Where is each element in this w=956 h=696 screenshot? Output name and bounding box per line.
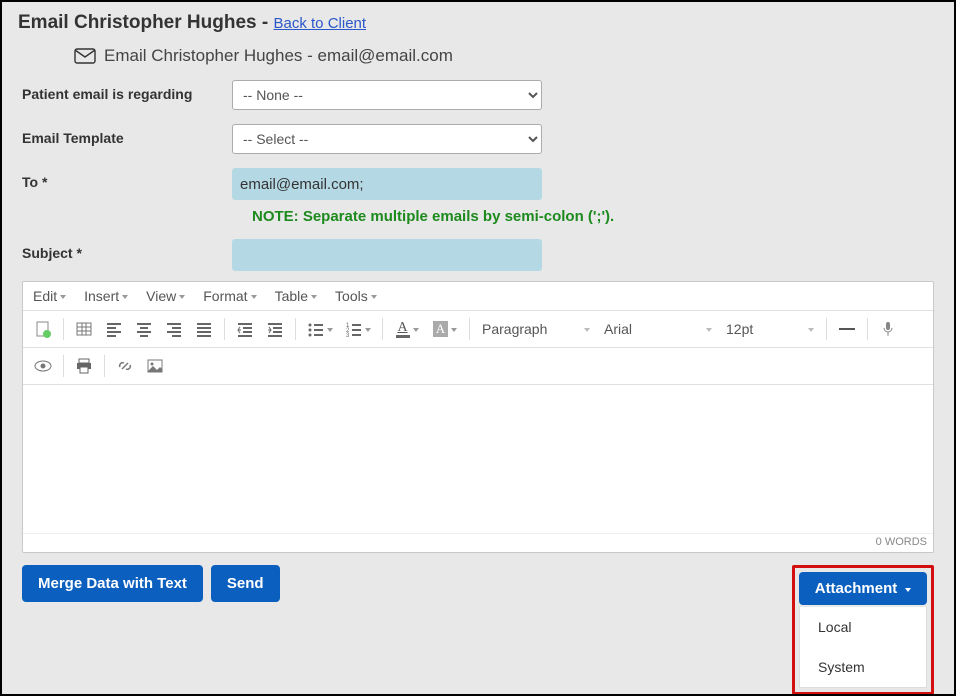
menu-table[interactable]: Table [275, 288, 317, 304]
align-center-icon[interactable] [130, 315, 158, 343]
note-text: NOTE: Separate multiple emails by semi-c… [252, 208, 614, 225]
menu-format[interactable]: Format [203, 288, 256, 304]
attachment-highlight: Attachment Local System [792, 565, 934, 695]
chevron-down-icon [60, 295, 66, 299]
menu-view[interactable]: View [146, 288, 185, 304]
page-header: Email Christopher Hughes - Back to Clien… [2, 2, 954, 40]
chevron-down-icon [905, 588, 911, 592]
subject-label: Subject * [22, 239, 232, 261]
attachment-menu: Local System [799, 607, 927, 688]
template-label: Email Template [22, 124, 232, 146]
attachment-button[interactable]: Attachment [799, 572, 927, 605]
font-family-select[interactable]: Arial [598, 315, 718, 343]
link-icon[interactable] [111, 352, 139, 380]
patient-email-label: Patient email is regarding [22, 80, 232, 102]
menu-edit[interactable]: Edit [33, 288, 66, 304]
title-dash: - [257, 12, 274, 33]
microphone-icon[interactable] [874, 315, 902, 343]
text-color-icon[interactable]: A [389, 315, 425, 343]
editor-content-area[interactable] [23, 385, 933, 533]
word-count: 0 WORDS [23, 533, 933, 552]
template-select[interactable]: -- Select -- [232, 124, 542, 154]
send-button[interactable]: Send [211, 565, 280, 602]
format-block-select[interactable]: Paragraph [476, 315, 596, 343]
attachment-system-item[interactable]: System [800, 647, 926, 687]
merge-data-button[interactable]: Merge Data with Text [22, 565, 203, 602]
page-title: Email Christopher Hughes [18, 12, 257, 33]
chevron-down-icon [122, 295, 128, 299]
align-left-icon[interactable] [100, 315, 128, 343]
chevron-down-icon [808, 328, 814, 332]
background-color-icon[interactable]: A [427, 315, 463, 343]
editor-toolbar-row2 [23, 348, 933, 385]
chevron-down-icon [451, 328, 457, 332]
form-area: Patient email is regarding -- None -- Em… [2, 80, 954, 271]
subheader-text: Email Christopher Hughes - email@email.c… [104, 46, 453, 66]
attachment-local-item[interactable]: Local [800, 607, 926, 647]
subheader: Email Christopher Hughes - email@email.c… [2, 40, 954, 80]
editor-toolbar: 123 A A Paragraph Arial 12pt [23, 311, 933, 348]
chevron-down-icon [179, 295, 185, 299]
chevron-down-icon [327, 328, 333, 332]
new-document-icon[interactable] [29, 315, 57, 343]
chevron-down-icon [584, 328, 590, 332]
menu-tools[interactable]: Tools [335, 288, 377, 304]
print-icon[interactable] [70, 352, 98, 380]
menu-insert[interactable]: Insert [84, 288, 128, 304]
chevron-down-icon [251, 295, 257, 299]
svg-text:3: 3 [346, 333, 350, 339]
chevron-down-icon [706, 328, 712, 332]
patient-email-select[interactable]: -- None -- [232, 80, 542, 110]
editor-menubar: Edit Insert View Format Table Tools [23, 282, 933, 311]
align-right-icon[interactable] [160, 315, 188, 343]
chevron-down-icon [311, 295, 317, 299]
chevron-down-icon [365, 328, 371, 332]
rich-text-editor: Edit Insert View Format Table Tools 123 … [22, 281, 934, 553]
preview-icon[interactable] [29, 352, 57, 380]
action-bar: Merge Data with Text Send Attachment Loc… [2, 553, 954, 696]
outdent-icon[interactable] [231, 315, 259, 343]
horizontal-rule-icon[interactable] [833, 315, 861, 343]
indent-icon[interactable] [261, 315, 289, 343]
font-size-select[interactable]: 12pt [720, 315, 820, 343]
table-icon[interactable] [70, 315, 98, 343]
chevron-down-icon [413, 328, 419, 332]
to-input[interactable] [232, 168, 542, 200]
chevron-down-icon [371, 295, 377, 299]
envelope-icon [74, 48, 96, 64]
subject-input[interactable] [232, 239, 542, 271]
align-justify-icon[interactable] [190, 315, 218, 343]
image-icon[interactable] [141, 352, 169, 380]
numbered-list-icon[interactable]: 123 [340, 315, 376, 343]
to-label: To * [22, 168, 232, 190]
email-compose-window: Email Christopher Hughes - Back to Clien… [0, 0, 956, 696]
back-to-client-link[interactable]: Back to Client [274, 15, 367, 32]
bullet-list-icon[interactable] [302, 315, 338, 343]
